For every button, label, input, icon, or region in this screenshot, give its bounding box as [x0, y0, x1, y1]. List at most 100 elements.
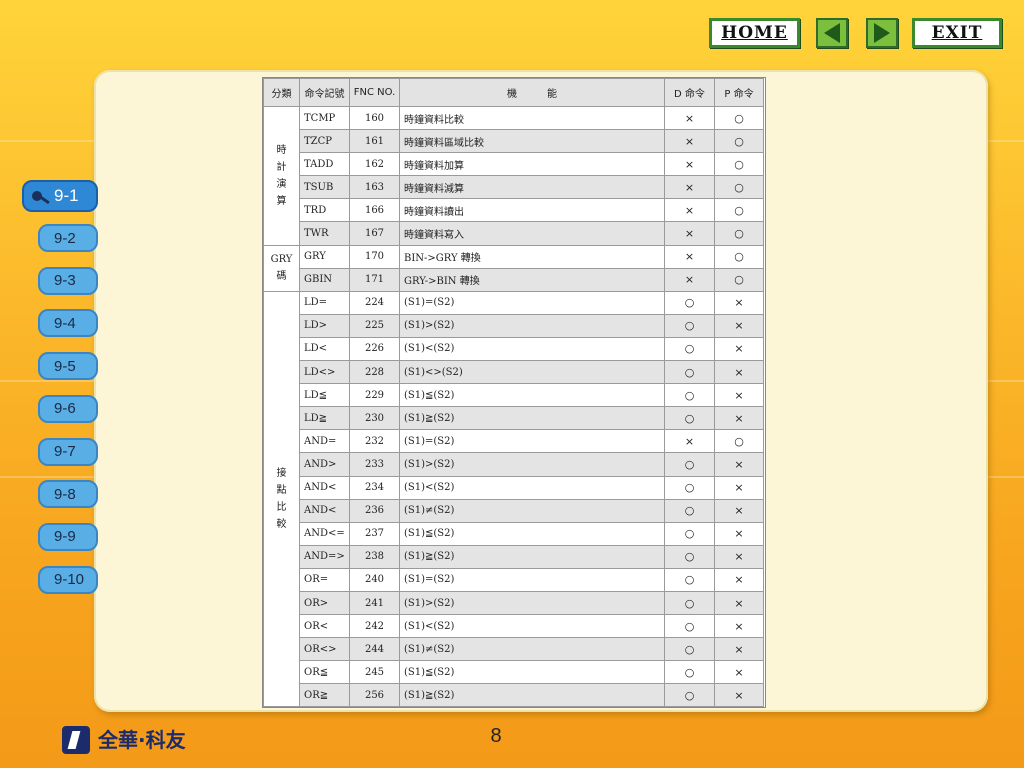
command-cell: OR<> — [299, 637, 350, 662]
home-button[interactable]: HOME — [709, 18, 800, 48]
sidebar-item-label: 9-9 — [54, 528, 76, 546]
sidebar-item-label: 9-5 — [54, 357, 76, 375]
table-row: OR> 241 (S1)>(S2) ○ × — [264, 590, 764, 616]
fnc-cell: 225 — [349, 313, 400, 338]
table-row: LD≦ 229 (S1)≦(S2) ○ × — [264, 383, 764, 408]
fnc-cell: 167 — [349, 221, 400, 246]
command-cell: OR≦ — [299, 660, 350, 685]
command-cell: AND< — [299, 498, 350, 523]
table-row: TSUB 163 時鐘資料減算 × ○ — [264, 175, 764, 200]
table-row: OR= 240 (S1)=(S2) ○ × — [264, 567, 764, 592]
sidebar-item-9-1[interactable]: 9-1 — [22, 180, 98, 212]
d-command-cell: ○ — [664, 290, 715, 315]
category-char: 算 — [276, 195, 287, 207]
fnc-cell: 236 — [349, 498, 400, 523]
function-cell: (S1)=(S2) — [399, 567, 665, 592]
fnc-cell: 234 — [349, 475, 400, 500]
d-command-cell: × — [664, 198, 715, 223]
function-cell: 時鐘資料區域比較 — [399, 129, 665, 154]
sidebar-item-9-6[interactable]: 9-6 — [38, 394, 98, 423]
sidebar-item-9-4[interactable]: 9-4 — [38, 309, 98, 338]
command-cell: LD≦ — [299, 383, 350, 408]
sidebar-item-9-9[interactable]: 9-9 — [38, 522, 98, 551]
category-cell: GRY 碼 — [263, 244, 300, 292]
command-cell: TADD — [299, 152, 350, 177]
table-row: 接點比較 LD= 224 (S1)=(S2) ○ × — [263, 290, 764, 708]
category-char: 演 — [276, 178, 287, 190]
function-cell: (S1)≦(S2) — [399, 383, 665, 408]
command-cell: AND<= — [299, 521, 350, 546]
fnc-cell: 163 — [349, 175, 400, 200]
sidebar-item-9-3[interactable]: 9-3 — [38, 266, 98, 295]
function-cell: 時鐘資料減算 — [399, 175, 665, 200]
category-cell: 接點比較 — [263, 290, 300, 708]
table-row: AND< 234 (S1)<(S2) ○ × — [264, 475, 764, 500]
d-command-cell: ○ — [664, 452, 715, 477]
function-cell: (S1)≠(S2) — [399, 498, 665, 523]
d-command-cell: × — [664, 129, 715, 154]
p-command-cell: × — [714, 614, 764, 639]
next-button[interactable] — [866, 18, 898, 48]
command-cell: OR< — [299, 614, 350, 639]
fnc-cell: 161 — [349, 129, 400, 154]
function-cell: 時鐘資料讀出 — [399, 198, 665, 223]
command-cell: LD≧ — [299, 406, 350, 431]
command-cell: OR> — [299, 590, 350, 616]
p-command-cell: ○ — [714, 429, 764, 454]
header-fnc-no: FNC NO. — [349, 78, 400, 107]
p-command-cell: ○ — [714, 198, 764, 223]
sidebar-item-9-7[interactable]: 9-7 — [38, 437, 98, 466]
sidebar-item-9-5[interactable]: 9-5 — [38, 352, 98, 381]
d-command-cell: × — [664, 175, 715, 200]
p-command-cell: × — [714, 290, 764, 315]
instruction-table-image: 分類 命令記號 FNC NO. 機 能 D 命令 P 命令 時計演算 TCMP 16… — [262, 77, 766, 708]
company-name: 全華·科友 — [98, 728, 186, 752]
command-cell: LD<> — [299, 360, 350, 385]
p-command-cell: ○ — [714, 267, 764, 292]
category-char: 比 — [276, 502, 287, 514]
d-command-cell: ○ — [664, 660, 715, 685]
p-command-cell: ○ — [714, 175, 764, 200]
p-command-cell: × — [714, 521, 764, 546]
exit-button[interactable]: EXIT — [912, 18, 1002, 48]
function-cell: (S1)=(S2) — [399, 290, 665, 315]
table-row: AND=> 238 (S1)≧(S2) ○ × — [264, 544, 764, 569]
sidebar-item-9-10[interactable]: 9-10 — [38, 565, 98, 594]
fnc-cell: 160 — [349, 105, 400, 131]
table-row: LD< 226 (S1)<(S2) ○ × — [264, 336, 764, 362]
sidebar-item-9-2[interactable]: 9-2 — [38, 224, 98, 252]
p-command-cell: × — [714, 383, 764, 408]
table-row: AND<= 237 (S1)≦(S2) ○ × — [264, 521, 764, 546]
d-command-cell: ○ — [664, 313, 715, 338]
function-cell: (S1)=(S2) — [399, 429, 665, 454]
d-command-cell: × — [664, 221, 715, 246]
sidebar-item-label: 9-10 — [54, 571, 85, 589]
prev-button[interactable] — [816, 18, 848, 48]
category-char: 接 — [276, 468, 287, 480]
fnc-cell: 233 — [349, 452, 400, 477]
fnc-cell: 242 — [349, 614, 400, 639]
fnc-cell: 171 — [349, 267, 400, 292]
command-cell: TSUB — [299, 175, 350, 200]
fnc-cell: 256 — [349, 683, 400, 708]
function-cell: (S1)>(S2) — [399, 313, 665, 338]
sidebar-item-9-8[interactable]: 9-8 — [38, 480, 98, 509]
exit-label: EXIT — [931, 23, 983, 43]
p-command-cell: × — [714, 360, 764, 385]
header-category: 分類 — [263, 78, 300, 107]
p-command-cell: × — [714, 637, 764, 662]
d-command-cell: × — [664, 152, 715, 177]
fnc-cell: 238 — [349, 544, 400, 569]
home-label: HOME — [721, 23, 788, 43]
sidebar-item-label: 9-7 — [54, 443, 76, 460]
category-cell: 時計演算 — [263, 106, 300, 246]
fnc-cell: 228 — [349, 360, 400, 385]
p-command-cell: × — [714, 683, 764, 708]
fnc-cell: 244 — [349, 637, 400, 662]
d-command-cell: ○ — [664, 498, 715, 523]
d-command-cell: ○ — [664, 360, 715, 385]
command-cell: AND=> — [299, 544, 350, 569]
sidebar-item-label: 9-1 — [54, 186, 79, 205]
table-row: GBIN 171 GRY->BIN 轉換 × ○ — [264, 267, 764, 292]
d-command-cell: × — [664, 429, 715, 454]
